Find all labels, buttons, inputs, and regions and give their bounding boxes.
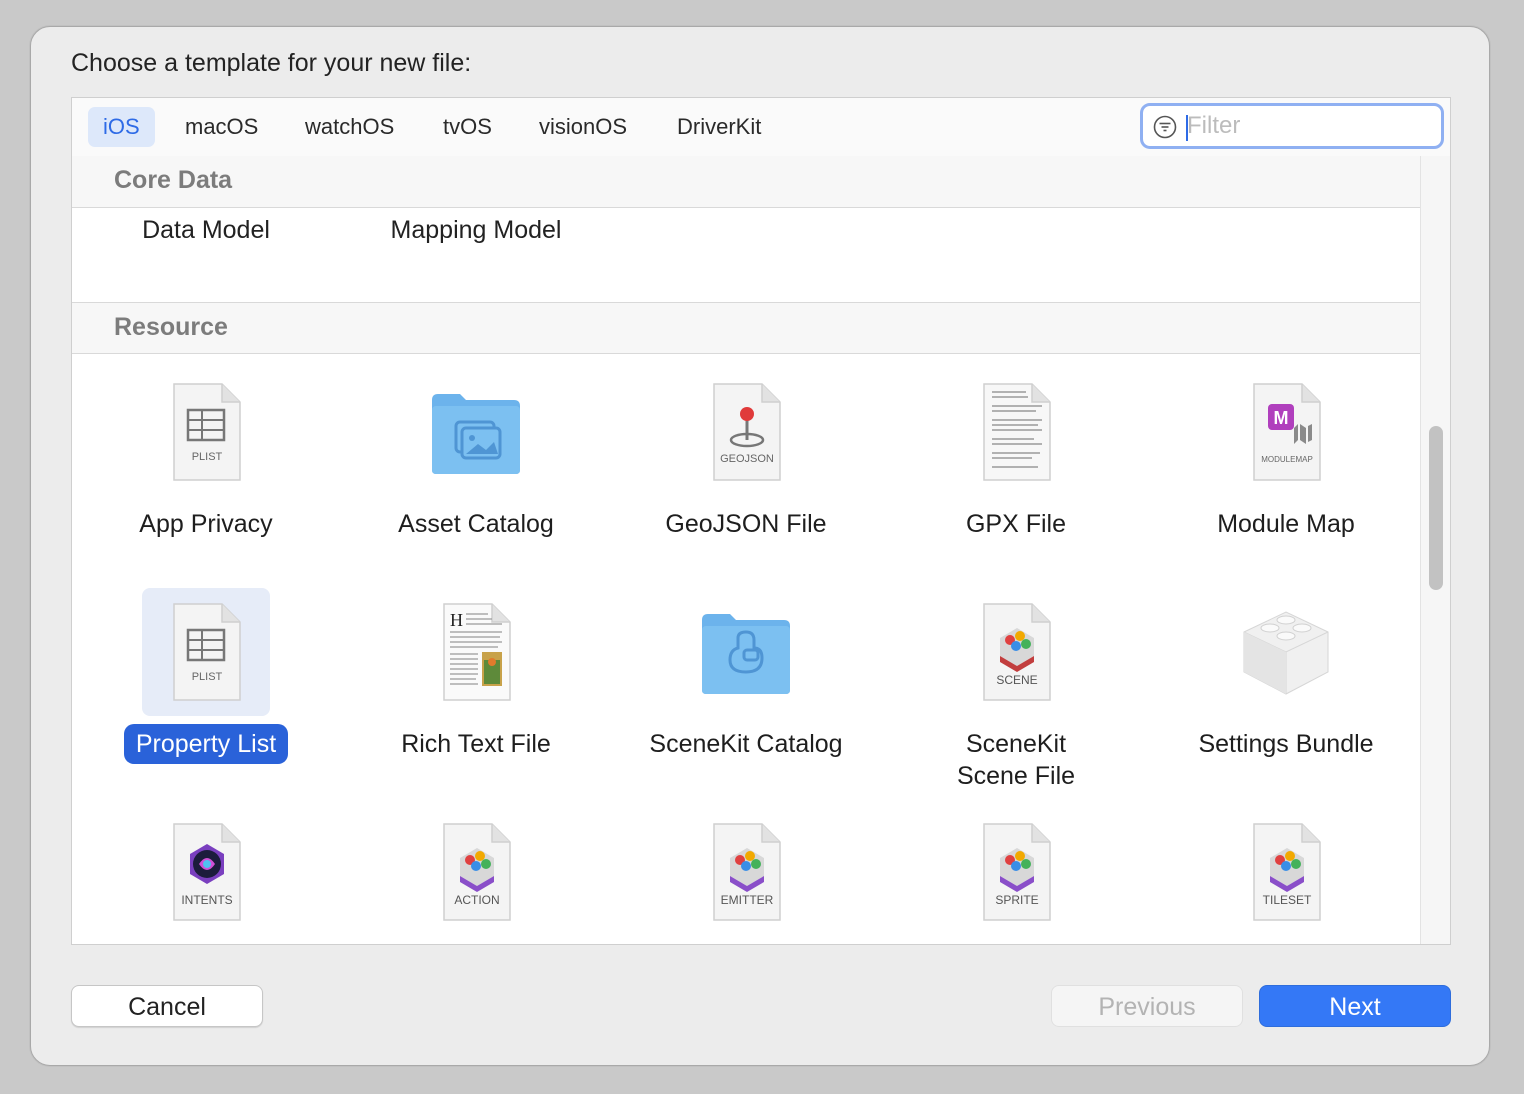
tab-ios[interactable]: iOS [88,107,155,147]
template-emitter[interactable]: EMITTER [631,808,861,936]
scenekit-folder-icon [682,588,810,716]
tileset-file-icon: TILESET [1222,808,1350,936]
tab-driverkit[interactable]: DriverKit [662,107,776,147]
template-action[interactable]: ACTION [361,808,591,936]
template-intents[interactable]: INTENTS [91,808,321,936]
template-gpx-file[interactable]: GPX File [901,368,1131,544]
svg-text:INTENTS: INTENTS [181,893,232,907]
template-app-privacy[interactable]: PLIST App Privacy [91,368,321,544]
template-mapping-model[interactable]: Mapping Model [391,216,562,245]
template-label: Rich Text File [401,730,551,758]
svg-text:M: M [1274,408,1289,428]
section-title: Core Data [114,166,233,194]
template-label: SceneKit Scene File [956,730,1076,790]
template-label: App Privacy [139,510,273,538]
svg-text:SPRITE: SPRITE [995,893,1038,907]
platform-tabbar: iOS macOS watchOS tvOS visionOS DriverKi… [72,98,1450,157]
section-header-core-data: Core Data [72,156,1420,208]
geojson-file-icon: GEOJSON [682,368,810,496]
svg-text:GEOJSON: GEOJSON [720,453,774,465]
template-scenekit-catalog[interactable]: SceneKit Catalog [631,588,861,764]
svg-text:MODULEMAP: MODULEMAP [1261,455,1313,464]
svg-text:TILESET: TILESET [1263,893,1312,907]
emitter-file-icon: EMITTER [682,808,810,936]
intents-file-icon: INTENTS [142,808,270,936]
sprite-file-icon: SPRITE [952,808,1080,936]
filter-icon [1153,115,1177,139]
asset-folder-icon [412,368,540,496]
tab-watchos[interactable]: watchOS [290,107,409,147]
template-label: Module Map [1217,510,1355,538]
template-label: SceneKit Catalog [649,730,843,758]
plist-file-icon: PLIST [142,588,270,716]
template-data-model[interactable]: Data Model [142,216,270,245]
vertical-scrollbar[interactable] [1420,156,1450,944]
tab-visionos[interactable]: visionOS [524,107,642,147]
template-geojson-file[interactable]: GEOJSON GeoJSON File [631,368,861,544]
svg-text:H: H [450,610,463,630]
modulemap-file-icon: M MODULEMAP [1222,368,1350,496]
filter-input[interactable] [1185,110,1429,142]
template-module-map[interactable]: M MODULEMAP Module Map [1171,368,1401,544]
rich-text-file-icon: H [412,588,540,716]
template-label: Settings Bundle [1198,730,1374,758]
tab-tvos[interactable]: tvOS [428,107,507,147]
svg-text:PLIST: PLIST [192,451,223,463]
svg-text:SCENE: SCENE [996,673,1037,687]
previous-button[interactable]: Previous [1051,985,1243,1027]
cancel-button[interactable]: Cancel [71,985,263,1027]
template-scenekit-scene-file[interactable]: SCENE SceneKit Scene File [901,588,1131,796]
template-label: GPX File [965,510,1067,538]
scene-file-icon: SCENE [952,588,1080,716]
template-panel: iOS macOS watchOS tvOS visionOS DriverKi… [71,97,1451,945]
template-label: Property List [123,724,289,764]
filter-field[interactable] [1140,103,1444,149]
template-property-list[interactable]: PLIST Property List [91,588,321,764]
template-label: GeoJSON File [665,510,827,538]
svg-text:PLIST: PLIST [192,671,223,683]
plist-file-icon: PLIST [142,368,270,496]
tab-macos[interactable]: macOS [170,107,273,147]
action-file-icon: ACTION [412,808,540,936]
scrollbar-thumb[interactable] [1429,426,1443,590]
template-settings-bundle[interactable]: Settings Bundle [1171,588,1401,764]
section-title: Resource [114,313,228,341]
svg-text:ACTION: ACTION [454,893,499,907]
gpx-file-icon [952,368,1080,496]
settings-bundle-icon [1222,588,1350,716]
template-rich-text-file[interactable]: H Rich Text File [361,588,591,764]
new-file-dialog: Choose a template for your new file: iOS… [30,26,1490,1066]
template-sprite[interactable]: SPRITE [901,808,1131,936]
svg-text:EMITTER: EMITTER [721,893,774,907]
section-header-resource: Resource [72,302,1420,354]
dialog-title: Choose a template for your new file: [71,49,472,77]
template-tileset[interactable]: TILESET [1171,808,1401,936]
template-label: Asset Catalog [398,510,554,538]
next-button[interactable]: Next [1259,985,1451,1027]
template-asset-catalog[interactable]: Asset Catalog [361,368,591,544]
